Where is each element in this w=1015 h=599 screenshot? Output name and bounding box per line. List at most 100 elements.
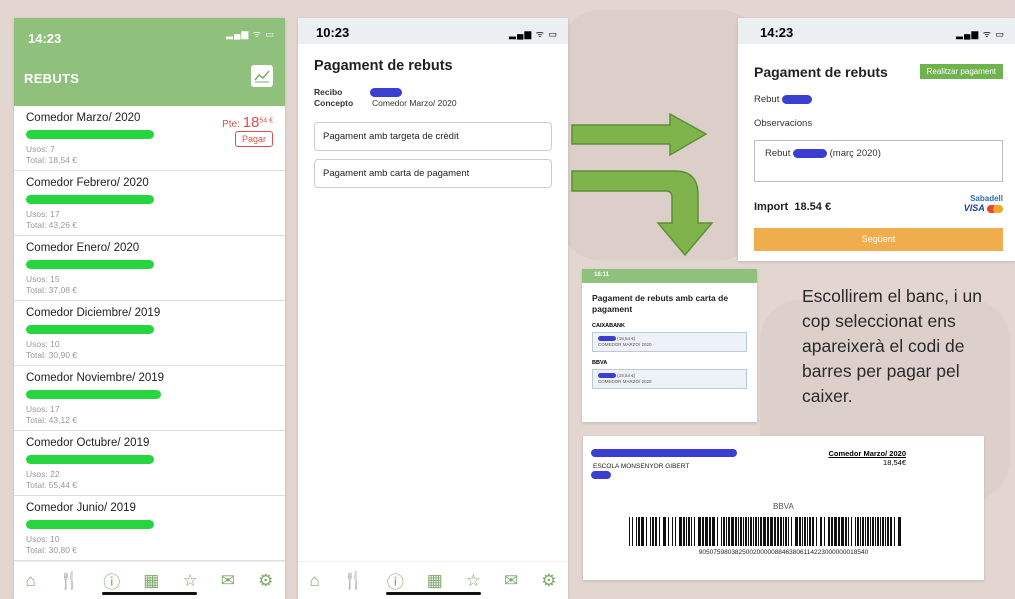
barcode-number: 9050759803825002000008846380611422300000… xyxy=(698,549,869,556)
status-bar: 18:11 xyxy=(582,269,757,283)
tab-bar: ⌂ 🍴 ⓘ ▦ ☆ ✉ ⚙ xyxy=(298,561,568,599)
rebuts-header: 14:23 ▂▄▆ ᯤ ▭ REBUTS xyxy=(14,18,285,106)
rebut-usos: Usos: 15 xyxy=(26,274,60,284)
instruction-text: Escollirem el banc, i un cop seleccionat… xyxy=(802,286,982,406)
status-time: 10:23 xyxy=(316,25,350,40)
list-item[interactable]: Comedor Marzo/ 2020 Usos: 7 Total: 18,54 €… xyxy=(14,106,285,171)
home-icon[interactable]: ⌂ xyxy=(309,571,319,591)
redacted-id xyxy=(793,148,827,158)
rebut-total: Total: 37,08 € xyxy=(26,285,78,295)
status-icons: ▂▄▆ ᯤ ▭ xyxy=(956,29,1005,39)
page-title: REBUTS xyxy=(24,71,80,86)
rebut-name: Comedor Junio/ 2019 xyxy=(26,502,136,514)
star-icon[interactable]: ☆ xyxy=(466,571,481,591)
status-icons: ▂▄▆ ᯤ ▭ xyxy=(509,29,558,39)
bank-caixabank-label: CAIXABANK xyxy=(592,323,625,329)
school-name: ESCOLA MONSENYOR GIBERT xyxy=(593,463,690,470)
list-item[interactable]: Comedor Junio/ 2019 Usos: 10 Total: 30,80 … xyxy=(14,496,285,561)
pay-letter-option[interactable]: Pagament amb carta de pagament xyxy=(314,159,552,188)
bank-caixabank-option[interactable]: (18,54 €) COMEDOR MARZO/ 2020 xyxy=(592,332,747,352)
gear-icon[interactable]: ⚙ xyxy=(258,571,273,591)
list-item[interactable]: Comedor Octubre/ 2019 Usos: 22 Total: 55,4… xyxy=(14,431,285,496)
bank-selection-screen: 18:11 Pagament de rebuts amb carta de pa… xyxy=(582,269,757,422)
seguent-button[interactable]: Següent xyxy=(754,228,1003,251)
status-time: 18:11 xyxy=(594,272,610,278)
card-logos: Sabadell VISA xyxy=(964,194,1003,213)
info-icon[interactable]: ⓘ xyxy=(103,568,120,593)
payment-method-screen: 10:23 ▂▄▆ ᯤ ▭ Pagament de rebuts Recibo … xyxy=(298,18,568,599)
fork-knife-icon[interactable]: 🍴 xyxy=(59,571,80,591)
rebut-total: Total: 43,12 € xyxy=(26,415,78,425)
rebut-usos: Usos: 10 xyxy=(26,339,60,349)
visa-logo: VISA xyxy=(963,203,985,213)
redacted-id xyxy=(782,94,812,104)
receipt-concept: Comedor Marzo/ 2020 18,54€ xyxy=(828,449,906,467)
chat-icon[interactable]: ✉ xyxy=(221,571,235,591)
pay-card-option[interactable]: Pagament amb targeta de crèdit xyxy=(314,122,552,151)
list-item[interactable]: Comedor Diciembre/ 2019 Usos: 10 Total: 30… xyxy=(14,301,285,366)
fork-knife-icon[interactable]: 🍴 xyxy=(343,571,364,591)
rebut-total: Total: 43,26 € xyxy=(26,220,78,230)
home-indicator xyxy=(385,592,481,595)
rebut-name: Comedor Octubre/ 2019 xyxy=(26,437,150,449)
rebut-name: Comedor Febrero/ 2020 xyxy=(26,177,149,189)
rebut-row: Rebut xyxy=(754,94,812,105)
rebut-name: Comedor Noviembre/ 2019 xyxy=(26,372,165,384)
page-title: Pagament de rebuts amb carta de pagament xyxy=(592,293,729,314)
home-icon[interactable]: ⌂ xyxy=(26,571,36,591)
list-item[interactable]: Comedor Febrero/ 2020 Usos: 17 Total: 43,2… xyxy=(14,171,285,236)
recibo-row: Recibo xyxy=(314,87,568,98)
concepto-row: Concepto Comedor Marzo/ 2020 xyxy=(314,98,457,108)
pay-button[interactable]: Pagar xyxy=(234,131,273,147)
sabadell-logo: Sabadell xyxy=(970,194,1003,203)
redacted-student xyxy=(26,451,275,469)
page-title: Pagament de rebuts xyxy=(314,58,453,74)
redacted-id xyxy=(591,471,611,479)
info-icon[interactable]: ⓘ xyxy=(387,568,404,593)
gear-icon[interactable]: ⚙ xyxy=(541,571,556,591)
status-bar: 14:23 ▂▄▆ ᯤ ▭ xyxy=(738,18,1015,44)
status-time: 14:23 xyxy=(28,31,62,46)
observacions-label: Observacions xyxy=(754,118,813,129)
import-row: Import 18.54 € xyxy=(754,201,832,213)
redacted-student xyxy=(26,386,275,404)
redacted-student xyxy=(26,256,275,274)
status-time: 14:23 xyxy=(760,25,794,40)
star-icon[interactable]: ☆ xyxy=(182,571,197,591)
rebut-total: Total: 18,54 € xyxy=(26,155,78,165)
rebut-total: Total: 30,90 € xyxy=(26,350,78,360)
redacted-name xyxy=(591,449,737,457)
rebut-usos: Usos: 22 xyxy=(26,469,60,479)
realizar-pagament-button[interactable]: Realitzar pagament xyxy=(919,64,1003,79)
rebut-usos: Usos: 17 xyxy=(26,209,60,219)
pending-amount: Pte: 1854 € xyxy=(222,114,273,131)
rebut-name: Comedor Diciembre/ 2019 xyxy=(26,307,161,319)
home-indicator xyxy=(102,592,197,595)
rebut-usos: Usos: 17 xyxy=(26,404,60,414)
tab-bar: ⌂ 🍴 ⓘ ▦ ☆ ✉ ⚙ xyxy=(14,561,285,599)
chat-icon[interactable]: ✉ xyxy=(504,571,518,591)
rebut-name: Comedor Enero/ 2020 xyxy=(26,242,140,254)
card-payment-screen: 14:23 ▂▄▆ ᯤ ▭ Pagament de rebuts Realitz… xyxy=(738,18,1015,261)
list-item[interactable]: Comedor Enero/ 2020 Usos: 15 Total: 37,08 … xyxy=(14,236,285,301)
receipt-bank: BBVA xyxy=(773,502,794,511)
rebuts-list: Comedor Marzo/ 2020 Usos: 7 Total: 18,54 €… xyxy=(14,106,285,591)
rebut-usos: Usos: 10 xyxy=(26,534,60,544)
chart-icon[interactable] xyxy=(251,65,273,87)
redacted-student xyxy=(26,516,275,534)
rebuts-list-screen: 14:23 ▂▄▆ ᯤ ▭ REBUTS Comedor Marzo/ 2020… xyxy=(14,18,285,599)
bank-bbva-label: BBVA xyxy=(592,360,608,366)
barcode-icon xyxy=(629,517,901,546)
observacions-input[interactable]: Rebut (març 2020) xyxy=(754,140,1003,182)
list-item[interactable]: Comedor Noviembre/ 2019 Usos: 17 Total: 43… xyxy=(14,366,285,431)
calendar-icon[interactable]: ▦ xyxy=(427,571,443,591)
status-icons: ▂▄▆ ᯤ ▭ xyxy=(226,29,275,39)
page-title: Pagament de rebuts xyxy=(754,64,888,80)
redacted-id xyxy=(370,88,402,98)
barcode-receipt: ESCOLA MONSENYOR GIBERT Comedor Marzo/ 2… xyxy=(583,436,984,580)
redacted-student xyxy=(26,191,275,209)
redacted-student xyxy=(26,321,275,339)
calendar-icon[interactable]: ▦ xyxy=(143,571,159,591)
rebut-total: Total: 55,44 € xyxy=(26,480,78,490)
bank-bbva-option[interactable]: (18,54 €) COMEDOR MARZO/ 2020 xyxy=(592,369,747,389)
